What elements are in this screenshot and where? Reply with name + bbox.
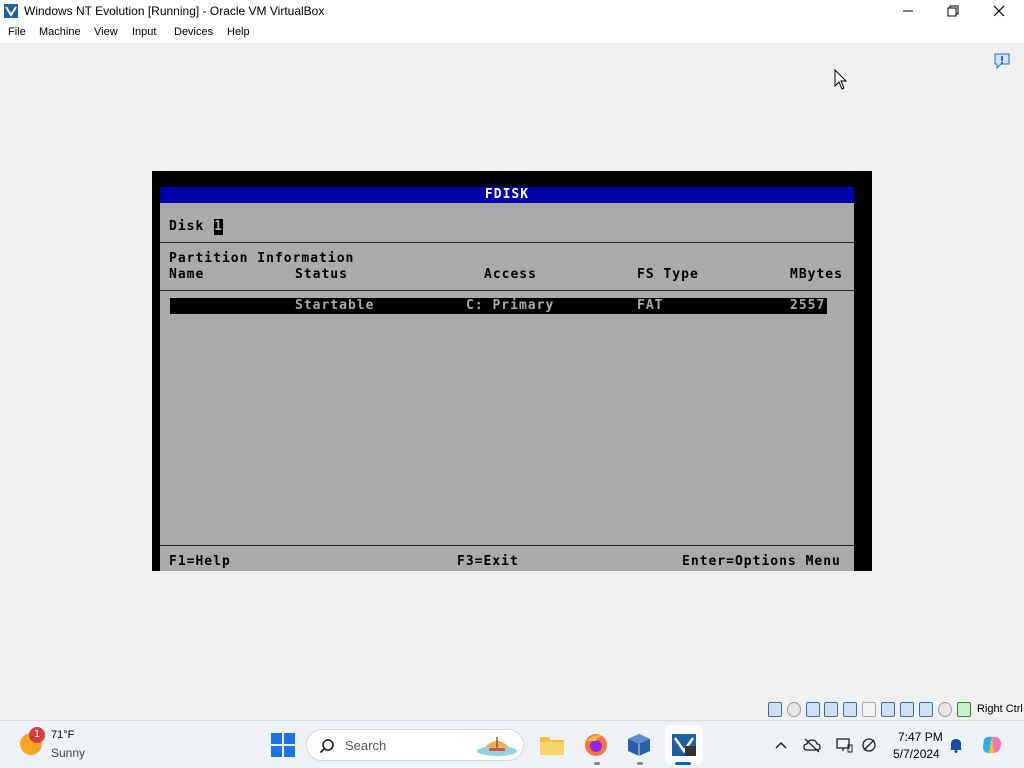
maximize-button[interactable] [930,0,976,22]
close-icon [993,5,1005,17]
notification-icon[interactable] [993,53,1011,69]
active-indicator [675,762,691,765]
column-header-access: Access [484,267,537,282]
divider [160,290,854,291]
taskbar-search-box[interactable]: Search [306,729,524,761]
minimize-button[interactable] [885,0,931,22]
windows-nt-vm-icon[interactable] [671,733,697,757]
menu-help[interactable]: Help [227,26,250,38]
disk-number[interactable]: 1 [214,219,223,235]
cloud-icon[interactable] [803,737,821,753]
audio-icon[interactable] [824,702,838,717]
footer-exit: F3=Exit [457,554,519,569]
bell-icon[interactable] [947,737,965,753]
fdisk-title: FDISK [160,187,854,203]
menu-devices[interactable]: Devices [174,26,213,38]
weather-temperature: 71°F [51,729,75,741]
clock-date[interactable]: 5/7/2024 [893,747,940,761]
minimize-icon [903,10,913,12]
column-header-mbytes: MBytes [790,267,843,282]
search-highlight-icon [477,737,517,756]
partition-access: C: Primary [466,298,555,313]
recording-icon[interactable] [919,702,933,717]
wifi-icon[interactable] [860,737,878,753]
partition-status: Startable [295,298,375,313]
window-title-bar[interactable]: Windows NT Evolution [Running] - Oracle … [0,0,1024,22]
divider [160,242,854,243]
menu-input[interactable]: Input [132,26,156,38]
virtualbox-icon[interactable] [626,733,652,757]
weather-badge: 1 [29,727,45,743]
virtualbox-app-icon [4,4,18,18]
close-button[interactable] [976,0,1022,22]
window-title: Windows NT Evolution [Running] - Oracle … [24,4,325,18]
taskbar: 1 71°F Sunny Search 7:47 PM 5/7/2024 [0,720,1024,768]
search-icon [319,739,334,754]
host-key-label: Right Ctrl [977,703,1023,715]
display-icon[interactable] [900,702,914,717]
footer-options: Enter=Options Menu [682,554,841,569]
network-icon[interactable] [843,702,857,717]
vbox-status-bar: Right Ctrl [766,700,1024,720]
clock-time[interactable]: 7:47 PM [898,730,943,744]
copilot-icon[interactable] [981,735,1003,755]
menu-view[interactable]: View [94,26,118,38]
shared-folders-icon[interactable] [881,702,895,717]
chevron-up-icon[interactable] [772,737,790,753]
floppy-icon[interactable] [806,702,820,717]
file-explorer-icon[interactable] [539,733,565,757]
menu-bar: File Machine View Input Devices Help [0,22,1024,43]
running-indicator [637,762,643,765]
column-header-status: Status [295,267,348,282]
mouse-cursor-icon [834,69,848,90]
weather-condition: Sunny [51,746,86,760]
host-key-icon[interactable] [957,702,971,717]
divider [160,545,854,546]
start-icon[interactable] [270,733,296,757]
menu-machine[interactable]: Machine [39,26,81,38]
guest-screen[interactable]: FDISK Disk 1 Partition Information Name … [152,171,872,571]
fdisk-panel: FDISK Disk 1 Partition Information Name … [160,187,854,571]
usb-icon[interactable] [862,702,876,717]
hard-disk-icon[interactable] [768,702,782,717]
search-label: Search [345,738,387,753]
optical-drive-icon[interactable] [787,702,801,717]
partition-fs-type: FAT [637,298,664,313]
firefox-icon[interactable] [583,733,609,757]
partition-mbytes: 2557 [790,298,826,313]
mouse-integration-icon[interactable] [938,702,952,717]
footer-help: F1=Help [169,554,231,569]
restore-icon [947,5,959,17]
partition-row[interactable]: Startable C: Primary FAT 2557 [170,298,827,314]
partition-info-heading: Partition Information [169,251,355,266]
column-header-name: Name [169,267,205,282]
display-icon[interactable] [835,737,853,753]
column-header-fs-type: FS Type [637,267,699,282]
menu-file[interactable]: File [8,26,26,38]
running-indicator [594,762,600,765]
disk-label: Disk [169,219,205,234]
